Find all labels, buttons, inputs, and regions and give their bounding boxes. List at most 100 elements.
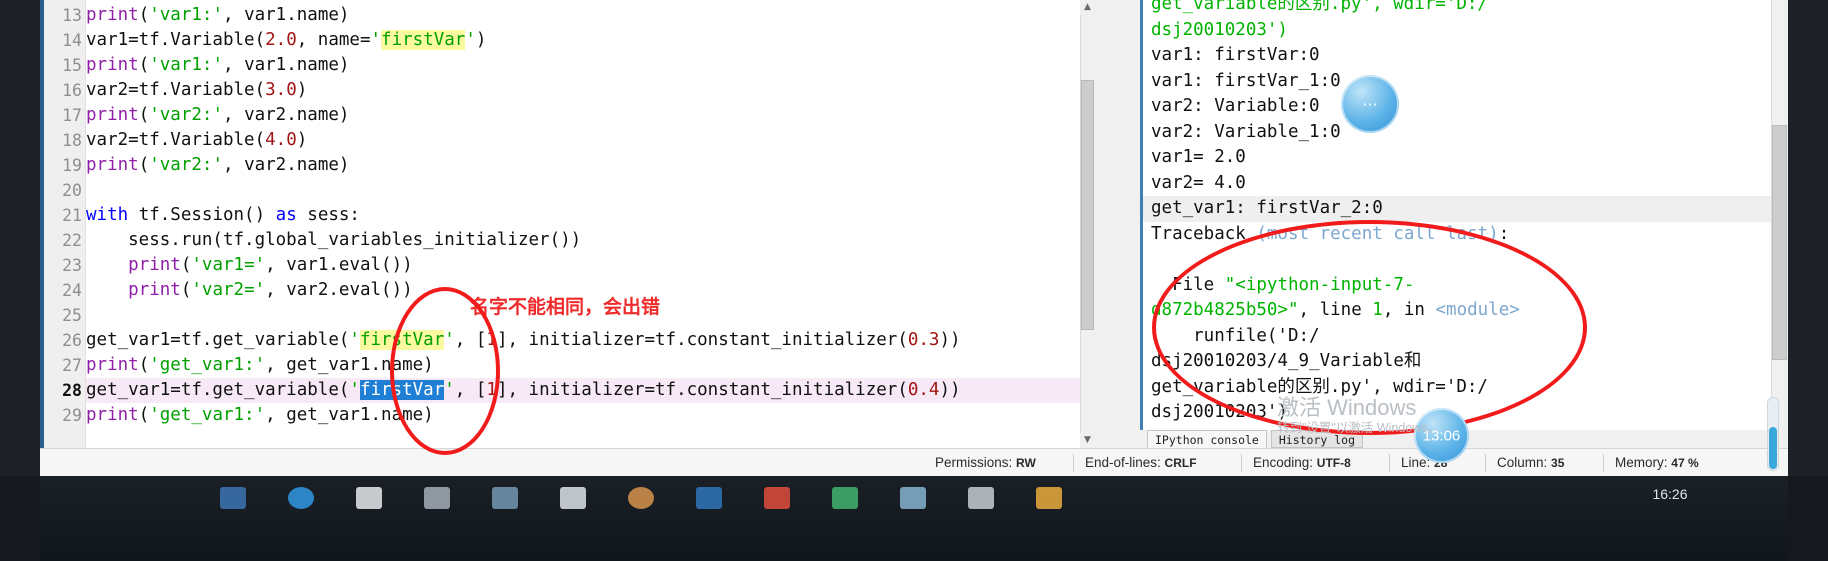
code-token: , var1.name) bbox=[223, 5, 350, 25]
code-token: get_var1=tf.get_variable( bbox=[86, 380, 350, 400]
line-number: 26 bbox=[62, 331, 82, 350]
code-token: firstVar bbox=[381, 30, 466, 50]
code-line[interactable]: var2=tf.Variable(4.0) bbox=[86, 128, 307, 153]
code-line[interactable]: var1=tf.Variable(2.0, name='firstVar') bbox=[86, 28, 486, 53]
line-number: 18 bbox=[62, 131, 82, 150]
line-number: 21 bbox=[62, 206, 82, 225]
line-number: 19 bbox=[62, 156, 82, 175]
status-bar: Permissions: RW End-of-lines: CRLF Encodin… bbox=[40, 448, 1788, 476]
console-line: var1: firstVar_1:0 bbox=[1151, 69, 1341, 95]
console-token: get_variable的区别.py', wdir='D:/ bbox=[1151, 0, 1488, 14]
code-line[interactable]: print('var1:', var1.name) bbox=[86, 53, 349, 78]
code-token: 'get_var1:' bbox=[149, 405, 266, 425]
taskbar-icon-app9[interactable] bbox=[968, 487, 994, 509]
code-line[interactable]: get_var1=tf.get_variable('firstVar', [1]… bbox=[86, 328, 961, 353]
code-token: 'var1:' bbox=[149, 55, 223, 75]
code-line[interactable]: print('var2:', var2.name) bbox=[86, 103, 349, 128]
editor-annotation-text: 名字不能相同，会出错 bbox=[470, 296, 661, 318]
line-number: 15 bbox=[62, 56, 82, 75]
taskbar-icon-app8[interactable] bbox=[900, 487, 926, 509]
code-token: as bbox=[275, 205, 297, 225]
console-token: var1= 2.0 bbox=[1151, 147, 1246, 167]
console-scrollbar-thumb[interactable] bbox=[1772, 125, 1787, 360]
console-token: var2: Variable_1:0 bbox=[1151, 121, 1341, 142]
console-token: var2: Variable:0 bbox=[1151, 96, 1320, 116]
editor-scrollbar-thumb[interactable] bbox=[1081, 80, 1094, 330]
windows-activation-subtitle: 转到"设置"以激活 Windows。 bbox=[1277, 421, 1441, 435]
status-divider bbox=[1603, 454, 1604, 472]
editor-scroll-up-icon[interactable]: ▲ bbox=[1080, 0, 1095, 15]
code-token: print bbox=[128, 255, 181, 275]
code-line[interactable]: print('var2:', var2.name) bbox=[86, 153, 349, 178]
taskbar-icon-app7[interactable] bbox=[832, 487, 858, 509]
status-divider bbox=[1241, 454, 1242, 472]
taskbar-icon-explorer[interactable] bbox=[220, 487, 246, 509]
code-line[interactable]: print('var1=', var1.eval()) bbox=[86, 253, 413, 278]
line-number: 20 bbox=[62, 181, 82, 200]
taskbar-clock[interactable]: 16:26 bbox=[1610, 486, 1730, 502]
code-line[interactable]: print('var2=', var2.eval()) bbox=[86, 278, 413, 303]
code-token: 'var2:' bbox=[149, 105, 223, 125]
code-token: 'var1:' bbox=[149, 5, 223, 25]
code-token: , var1.eval()) bbox=[265, 255, 413, 275]
code-token: , var2.name) bbox=[223, 155, 350, 175]
code-token: 2.0 bbox=[265, 30, 297, 50]
status-item-value: 35 bbox=[1551, 456, 1565, 470]
code-token: ( bbox=[180, 255, 192, 275]
code-line[interactable]: print('var1:', var1.name) bbox=[86, 3, 349, 28]
code-line[interactable]: get_var1=tf.get_variable('firstVar', [1]… bbox=[86, 378, 961, 403]
console-line: get_variable的区别.py', wdir='D:/ bbox=[1151, 0, 1488, 18]
status-item-column: Column: 35 bbox=[1497, 449, 1564, 477]
floating-bubble-top[interactable]: ⋯ bbox=[1341, 75, 1399, 133]
code-editor-pane[interactable]: print('var1:', var1.name) var1=tf.Variabl… bbox=[40, 0, 1095, 448]
taskbar-icon-app4[interactable] bbox=[628, 487, 654, 509]
code-token: print bbox=[86, 405, 139, 425]
status-item-memory: Memory: 47 % bbox=[1615, 449, 1699, 477]
taskbar-icon-app6[interactable] bbox=[764, 487, 790, 509]
code-token: var2=tf.Variable( bbox=[86, 130, 266, 150]
code-token: 'var1=' bbox=[191, 255, 266, 275]
thermometer-widget[interactable] bbox=[1767, 397, 1779, 471]
code-token: get_var1=tf.get_variable( bbox=[86, 330, 350, 350]
code-token: print bbox=[86, 105, 139, 125]
code-token: ) bbox=[296, 130, 308, 150]
code-area[interactable]: print('var1:', var1.name) var1=tf.Variabl… bbox=[86, 0, 1095, 448]
code-token: print bbox=[86, 355, 139, 375]
console-token: : bbox=[1498, 223, 1510, 244]
code-token: ( bbox=[138, 105, 150, 125]
taskbar-icon-app3[interactable] bbox=[492, 487, 518, 509]
code-token: ( bbox=[138, 355, 150, 375]
taskbar-icons[interactable] bbox=[220, 487, 1062, 509]
code-token: ) bbox=[296, 80, 308, 100]
code-token: sess: bbox=[296, 205, 360, 225]
taskbar-icon-browser[interactable] bbox=[288, 487, 314, 509]
taskbar-icon-app1[interactable] bbox=[356, 487, 382, 509]
code-line[interactable]: with tf.Session() as sess: bbox=[86, 203, 360, 228]
taskbar-icon-app10[interactable] bbox=[1036, 487, 1062, 509]
code-token: 'get_var1:' bbox=[149, 355, 266, 375]
code-token: , var2.eval()) bbox=[265, 280, 413, 300]
code-token: ' bbox=[349, 330, 360, 350]
code-line[interactable]: sess.run(tf.global_variables_initializer… bbox=[86, 228, 581, 253]
code-token: var2=tf.Variable( bbox=[86, 80, 266, 100]
status-divider bbox=[1389, 454, 1390, 472]
code-token: 0.4 bbox=[907, 380, 940, 400]
code-token: ' bbox=[349, 380, 360, 400]
code-token: print bbox=[86, 55, 139, 75]
console-token: dsj20010203') bbox=[1151, 19, 1288, 40]
editor-scroll-down-icon[interactable]: ▼ bbox=[1080, 433, 1095, 448]
taskbar-icon-app5[interactable] bbox=[696, 487, 722, 509]
code-token: )) bbox=[939, 330, 961, 350]
code-line[interactable]: print('get_var1:', get_var1.name) bbox=[86, 353, 434, 378]
console-line: var1: firstVar:0 bbox=[1151, 43, 1320, 69]
code-token: , var2.name) bbox=[223, 105, 350, 125]
taskbar-icon-app2[interactable] bbox=[424, 487, 450, 509]
taskbar-icon-spyder[interactable] bbox=[560, 487, 586, 509]
console-token: var2= 4.0 bbox=[1151, 172, 1246, 193]
spyder-window: print('var1:', var1.name) var1=tf.Variabl… bbox=[40, 0, 1788, 476]
code-line[interactable]: var2=tf.Variable(3.0) bbox=[86, 78, 307, 103]
console-tab-ipython-console[interactable]: IPython console bbox=[1147, 430, 1267, 448]
line-number: 16 bbox=[62, 81, 82, 100]
code-line[interactable]: print('get_var1:', get_var1.name) bbox=[86, 403, 434, 428]
